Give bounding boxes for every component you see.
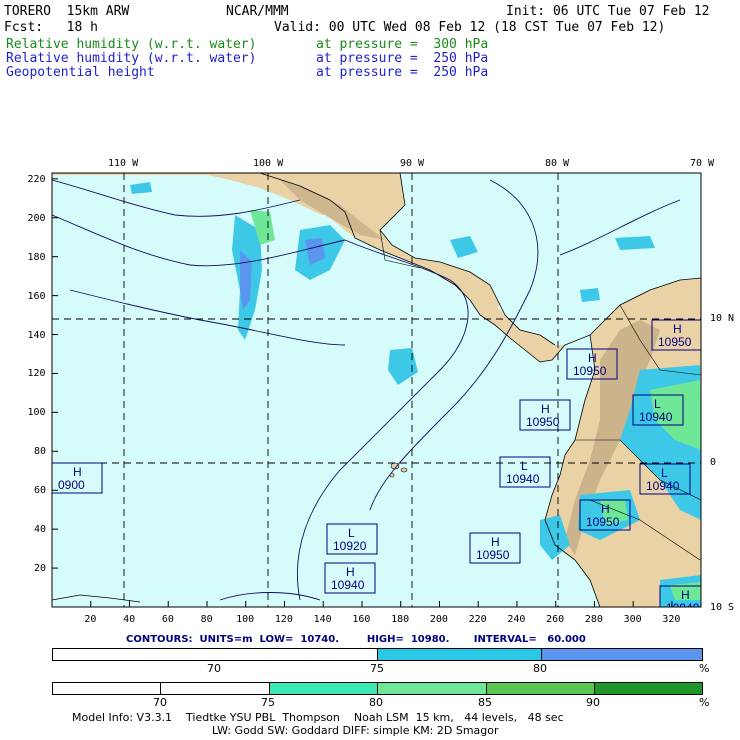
model-info-line-2: LW: Godd SW: Goddard DIFF: simple KM: 2D…: [212, 724, 499, 737]
colorbar1-label-75: 75: [370, 662, 384, 675]
colorbar1-label-80: 80: [533, 662, 547, 675]
lat-label-10s: 10 S: [710, 602, 735, 613]
colorbar1-unit: %: [699, 662, 710, 675]
lon-label-70w: 70 W: [690, 158, 715, 169]
colorbar1-label-70: 70: [207, 662, 221, 675]
colorbar2-label-90: 90: [586, 696, 600, 709]
x-tick-label: 200: [429, 614, 448, 625]
pressure-center-value: 10920: [333, 539, 367, 553]
colorbar2-seg-4: [378, 683, 487, 694]
pressure-center-value: 10950: [526, 415, 560, 429]
colorbar1-seg-3: [542, 649, 702, 660]
pressure-center-type: H: [601, 502, 610, 516]
pressure-center-type: H: [491, 535, 500, 549]
colorbar2-seg-1: [53, 683, 161, 694]
colorbar2-seg-3: [270, 683, 378, 694]
x-tick-label: 140: [313, 614, 332, 625]
pressure-center-type: H: [588, 351, 597, 365]
pressure-center-value: 10940: [506, 472, 540, 486]
lat-label-0: 0: [710, 457, 717, 468]
contours-info: CONTOURS: UNITS=m LOW= 10740. HIGH= 1098…: [126, 634, 586, 645]
x-tick-label: 40: [123, 614, 136, 625]
x-tick-label: 240: [507, 614, 526, 625]
colorbar2-label-75: 75: [261, 696, 275, 709]
pressure-center-type: L: [348, 526, 355, 540]
weather-map: H10950H10950L10940H10950L10940 L10940H109…: [51, 172, 702, 608]
x-tick-label: 20: [84, 614, 97, 625]
x-tick-label: 100: [236, 614, 255, 625]
y-tick-label: 80: [34, 446, 47, 458]
pressure-center-type: L: [654, 397, 661, 411]
colorbar1-seg-1: [53, 649, 378, 660]
pressure-center-type: H: [541, 402, 550, 416]
y-tick-label: 200: [27, 212, 46, 224]
colorbar2-seg-5: [487, 683, 595, 694]
x-tick-label: 120: [274, 614, 293, 625]
colorbar2-seg-2: [161, 683, 270, 694]
lat-label-10n: 10 N: [710, 313, 735, 324]
x-tick-label: 320: [662, 614, 681, 625]
pressure-center-type: L: [521, 459, 528, 473]
pressure-center-value: 0900: [58, 478, 85, 492]
pressure-center-value: 10950: [476, 548, 510, 562]
pressure-center-value: 10940: [646, 479, 680, 493]
colorbar2-label-80: 80: [369, 696, 383, 709]
colorbar2-label-70: 70: [153, 696, 167, 709]
model-info-line-1: Model Info: V3.3.1 Tiedtke YSU PBL Thomp…: [72, 711, 564, 724]
pressure-center-value: 10950: [573, 364, 607, 378]
x-tick-label: 260: [546, 614, 565, 625]
y-tick-label: 220: [27, 173, 46, 185]
lon-label-90w: 90 W: [400, 158, 425, 169]
pressure-center-type: H: [346, 565, 355, 579]
pressure-center-value: 10940: [639, 410, 673, 424]
y-tick-label: 180: [27, 251, 46, 263]
lon-label-100w: 100 W: [253, 158, 284, 169]
pressure-center-type: H: [681, 588, 690, 602]
y-tick-label: 100: [27, 407, 46, 419]
pressure-center-type: H: [673, 322, 682, 336]
x-tick-label: 80: [200, 614, 213, 625]
colorbar2-unit: %: [699, 696, 710, 709]
pressure-center-value: 10940: [331, 578, 365, 592]
x-tick-label: 220: [468, 614, 487, 625]
y-tick-label: 120: [27, 368, 46, 380]
lon-label-110w: 110 W: [108, 158, 139, 169]
y-tick-label: 20: [34, 563, 47, 575]
y-tick-label: 160: [27, 290, 46, 302]
pressure-center-type: H: [73, 465, 82, 479]
pressure-center-type: L: [661, 466, 668, 480]
colorbar-rh300: [52, 648, 703, 661]
colorbar2-seg-6: [595, 683, 702, 694]
y-tick-label: 140: [27, 329, 46, 341]
x-tick-label: 300: [623, 614, 642, 625]
x-tick-label: 160: [352, 614, 371, 625]
pressure-center-value: 10950: [586, 515, 620, 529]
pressure-center-value: 10950: [658, 335, 692, 349]
colorbar1-seg-2: [378, 649, 542, 660]
colorbar2-label-85: 85: [478, 696, 492, 709]
x-tick-label: 180: [391, 614, 410, 625]
colorbar-rh250: [52, 682, 703, 695]
lon-label-80w: 80 W: [545, 158, 570, 169]
y-tick-label: 60: [34, 485, 47, 497]
x-tick-label: 280: [584, 614, 603, 625]
y-tick-label: 40: [34, 524, 47, 536]
x-tick-label: 60: [161, 614, 174, 625]
